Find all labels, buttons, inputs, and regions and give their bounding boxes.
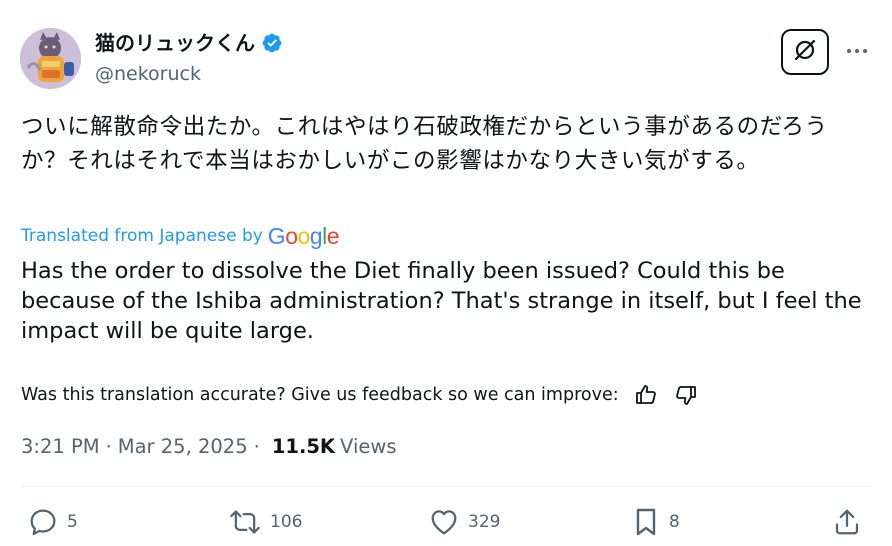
bookmark-count: 8 (669, 512, 680, 532)
post-date[interactable]: Mar 25, 2025 (118, 435, 248, 458)
more-dots-icon[interactable] (844, 36, 870, 66)
views-label: Views (340, 434, 397, 458)
translation-feedback: Was this translation accurate? Give us f… (21, 381, 699, 409)
post-meta: 3:21 PM · Mar 25, 2025 · 11.5K Views (21, 432, 396, 460)
like-count: 329 (468, 512, 501, 532)
views-count[interactable]: 11.5K (272, 435, 335, 458)
post-original-text: ついに解散命令出たか。これはやはり石破政権だからという事があるのだろうか？それは… (21, 114, 828, 174)
grok-button[interactable] (781, 29, 829, 75)
thumbs-down-icon[interactable] (673, 382, 699, 408)
repost-arrows-icon (228, 507, 262, 537)
bookmark-icon (631, 506, 661, 538)
post-translated-text: Has the order to dissolve the Diet final… (21, 258, 862, 344)
bookmark-button[interactable]: 8 (631, 505, 680, 539)
display-name[interactable]: 猫のリュックくん (95, 30, 283, 56)
separator-dot: · (105, 434, 112, 458)
verified-badge-icon[interactable] (261, 32, 283, 54)
feedback-prompt: Was this translation accurate? Give us f… (21, 385, 619, 405)
translation-attribution[interactable]: Translated from Japanese by Google (21, 222, 340, 250)
repost-count: 106 (270, 512, 303, 532)
reply-bubble-icon (27, 506, 59, 538)
divider (21, 486, 871, 487)
reply-button[interactable]: 5 (27, 505, 78, 539)
like-button[interactable]: 329 (428, 505, 500, 539)
share-upload-icon (832, 507, 862, 537)
thumbs-up-icon[interactable] (633, 382, 659, 408)
reply-count: 5 (67, 512, 78, 532)
separator-dot: · (253, 434, 260, 458)
post-time[interactable]: 3:21 PM (21, 435, 100, 458)
user-handle[interactable]: @nekoruck (95, 62, 201, 86)
google-logo: Google (267, 222, 340, 249)
share-button[interactable] (832, 505, 862, 539)
heart-icon (428, 506, 460, 538)
avatar[interactable] (20, 28, 81, 89)
repost-button[interactable]: 106 (228, 505, 302, 539)
display-name-text: 猫のリュックくん (95, 31, 255, 55)
translated-label: Translated from Japanese by (21, 226, 263, 246)
grok-slash-icon (792, 37, 818, 67)
